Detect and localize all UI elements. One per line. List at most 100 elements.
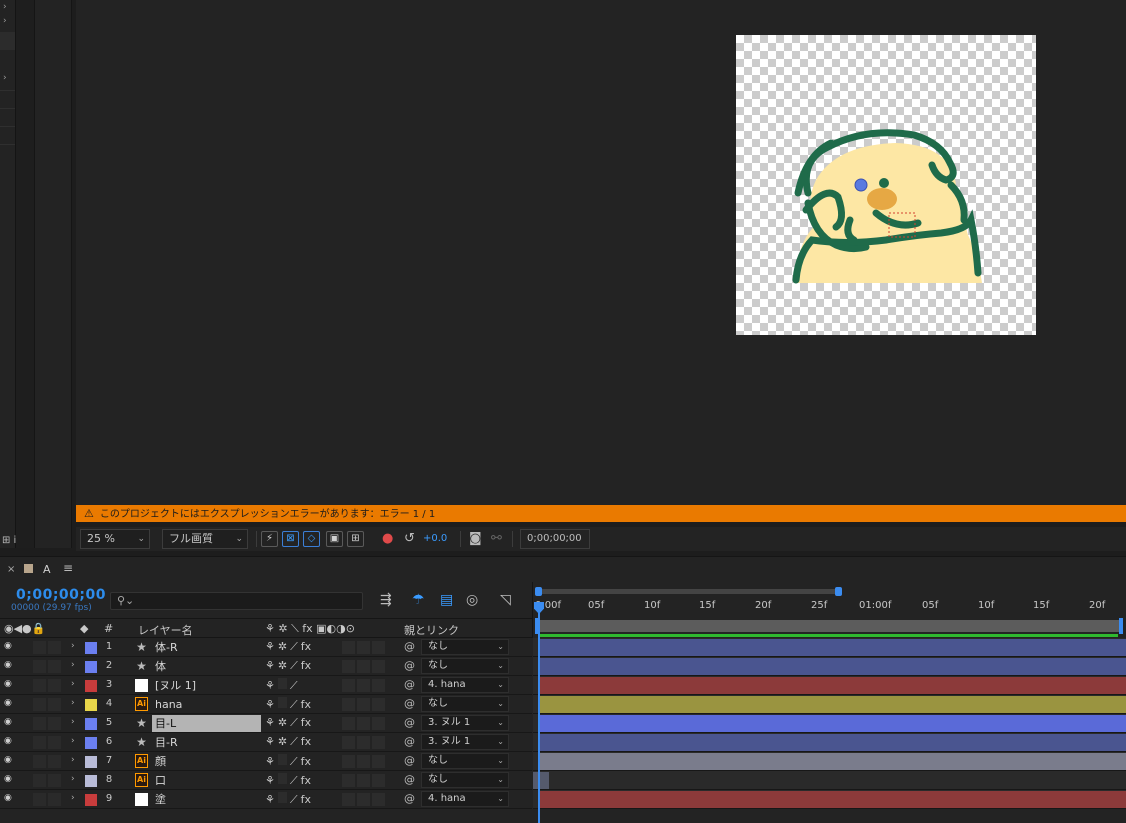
layer-duration-bar[interactable] [539, 753, 1126, 770]
chevron-right-icon[interactable]: › [3, 16, 7, 26]
audio-toggle[interactable] [33, 717, 46, 730]
quality-switch-icon[interactable]: ⟋ [290, 716, 298, 729]
layer-track[interactable] [533, 733, 1126, 752]
label-color-swatch[interactable] [85, 642, 97, 654]
layer-track[interactable] [533, 695, 1126, 714]
parent-select[interactable]: 3. ヌル 1 ⌄ [421, 734, 509, 750]
adjustment-layer-toggle[interactable] [372, 660, 385, 673]
collapse-switch-icon[interactable] [277, 773, 287, 784]
viewer-timecode[interactable]: 0;00;00;00 [520, 529, 590, 549]
transparency-grid-icon[interactable]: ⊠ [282, 531, 299, 547]
chevron-right-icon[interactable]: › [71, 641, 75, 651]
quality-switch-icon[interactable]: ⟋ [290, 774, 298, 787]
frame-blend-toggle[interactable] [342, 793, 355, 806]
fx-switch-icon[interactable]: fx [301, 659, 311, 672]
layer-name[interactable]: 口 [152, 772, 261, 789]
layer-switches[interactable]: ⚘ ✲ ⟋ fx [265, 735, 314, 749]
layer-name[interactable]: 目-R [152, 734, 261, 751]
layer-switches[interactable]: ⚘ ✲ ⟋ fx [265, 640, 314, 654]
visibility-eye-icon[interactable]: ◉ [4, 736, 12, 746]
parent-select[interactable]: なし ⌄ [421, 753, 509, 769]
chevron-right-icon[interactable]: › [71, 774, 75, 784]
motion-blur-toggle[interactable] [357, 717, 370, 730]
lock-toggle[interactable] [48, 717, 61, 730]
chevron-right-icon[interactable]: › [71, 736, 75, 746]
current-time-indicator[interactable] [538, 604, 540, 823]
show-snapshot-icon[interactable]: ⚯ [491, 531, 502, 547]
quality-switch-icon[interactable]: ⟋ [290, 640, 298, 653]
fast-preview-icon[interactable]: ⚡ [261, 531, 278, 547]
graph-editor-icon[interactable]: ◹ [500, 592, 511, 608]
shy-switch-icon[interactable]: ⚘ [265, 774, 275, 787]
adjustment-layer-toggle[interactable] [372, 774, 385, 787]
audio-toggle[interactable] [33, 641, 46, 654]
region-of-interest-icon[interactable]: ▣ [326, 531, 343, 547]
shy-switch-icon[interactable]: ⚘ [265, 755, 275, 768]
frame-blend-toggle[interactable] [342, 698, 355, 711]
layer-duration-bar[interactable] [539, 658, 1126, 675]
time-navigator[interactable] [535, 587, 842, 596]
audio-toggle[interactable] [33, 679, 46, 692]
frame-blend-toggle[interactable] [342, 755, 355, 768]
pick-whip-icon[interactable]: @ [404, 678, 415, 691]
guides-icon[interactable]: ⊞ [347, 531, 364, 547]
pick-whip-icon[interactable]: @ [404, 716, 415, 729]
layer-name[interactable]: 塗 [152, 791, 261, 808]
layer-duration-bar[interactable] [539, 677, 1126, 694]
adjustment-layer-toggle[interactable] [372, 793, 385, 806]
lock-toggle[interactable] [48, 660, 61, 673]
layer-track[interactable] [533, 752, 1126, 771]
collapse-switch-icon[interactable] [277, 792, 287, 803]
label-color-swatch[interactable] [85, 718, 97, 730]
navigator-start-handle[interactable] [535, 587, 542, 596]
layer-name[interactable]: 体 [152, 658, 261, 675]
pick-whip-icon[interactable]: @ [404, 697, 415, 710]
parent-select[interactable]: なし ⌄ [421, 658, 509, 674]
pick-whip-icon[interactable]: @ [404, 659, 415, 672]
layer-row[interactable]: ◉ › 6 ★ 目-R ⚘ ✲ ⟋ fx @3. ヌル 1 ⌄ [0, 733, 532, 752]
quality-switch-icon[interactable]: ⟋ [290, 698, 298, 711]
layer-track[interactable] [533, 771, 1126, 790]
motion-blur-toggle[interactable] [357, 698, 370, 711]
adjustment-layer-toggle[interactable] [372, 679, 385, 692]
layer-switches[interactable]: ⚘ ⟋ fx [265, 754, 314, 769]
lock-toggle[interactable] [48, 679, 61, 692]
layer-track[interactable] [533, 676, 1126, 695]
label-color-swatch[interactable] [85, 794, 97, 806]
quality-switch-icon[interactable]: ⟋ [290, 755, 298, 768]
adjustment-layer-toggle[interactable] [372, 755, 385, 768]
layer-row[interactable]: ◉ › 4 Ai hana ⚘ ⟋ fx @ なし ⌄ [0, 695, 532, 714]
layer-duration-bar[interactable] [539, 734, 1126, 751]
layer-duration-bar[interactable] [533, 772, 549, 789]
label-color-swatch[interactable] [85, 699, 97, 711]
navigator-end-handle[interactable] [835, 587, 842, 596]
layer-track[interactable] [533, 790, 1126, 809]
pick-whip-icon[interactable]: @ [404, 792, 415, 805]
color-channels-icon[interactable]: ● [382, 531, 393, 547]
chevron-right-icon[interactable]: › [3, 73, 7, 83]
collapse-switch-icon[interactable]: ✲ [278, 640, 287, 653]
layer-row[interactable]: ◉ › 9 塗 ⚘ ⟋ fx @4. hana ⌄ [0, 790, 532, 809]
pick-whip-icon[interactable]: @ [404, 773, 415, 786]
lock-toggle[interactable] [48, 698, 61, 711]
collapse-switch-icon[interactable] [277, 697, 287, 708]
lock-toggle[interactable] [48, 774, 61, 787]
layer-name-header[interactable]: レイヤー名 [138, 622, 193, 638]
collapse-switch-icon[interactable]: ✲ [278, 716, 287, 729]
shy-switch-icon[interactable]: ⚘ [265, 735, 275, 748]
motion-blur-toggle[interactable] [357, 755, 370, 768]
adjustment-layer-toggle[interactable] [372, 717, 385, 730]
fx-switch-icon[interactable]: fx [301, 755, 311, 768]
frame-blend-toggle[interactable] [342, 736, 355, 749]
visibility-eye-icon[interactable]: ◉ [4, 698, 12, 708]
label-color-swatch[interactable] [85, 775, 97, 787]
chevron-right-icon[interactable]: › [71, 755, 75, 765]
fx-switch-icon[interactable]: fx [301, 640, 311, 653]
pick-whip-icon[interactable]: @ [404, 754, 415, 767]
parent-select[interactable]: 3. ヌル 1 ⌄ [421, 715, 509, 731]
chevron-right-icon[interactable]: › [71, 698, 75, 708]
parent-header[interactable]: 親とリンク [404, 622, 459, 638]
visibility-eye-icon[interactable]: ◉ [4, 793, 12, 803]
parent-select[interactable]: なし ⌄ [421, 696, 509, 712]
motion-blur-toggle[interactable] [357, 774, 370, 787]
